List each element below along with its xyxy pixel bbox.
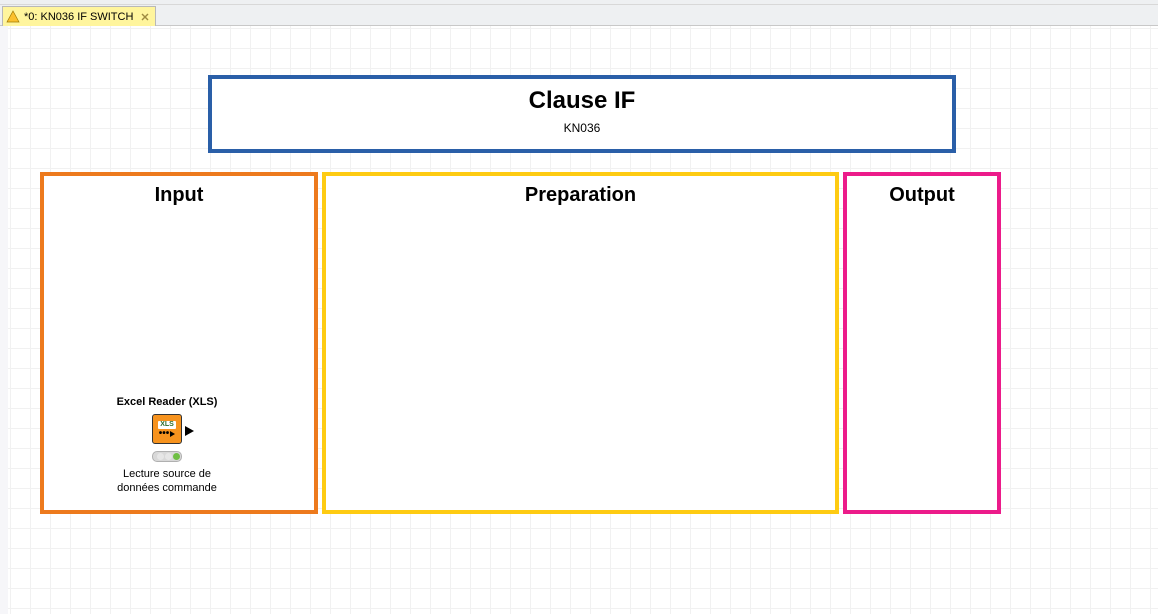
title-main: Clause IF bbox=[212, 87, 952, 115]
status-dot-executed bbox=[173, 453, 180, 460]
node-status-bar bbox=[152, 451, 182, 462]
title-annotation[interactable]: Clause IF KN036 bbox=[208, 75, 956, 153]
input-title: Input bbox=[44, 184, 314, 207]
node-icon-wrap: XLS ••• bbox=[102, 412, 232, 446]
output-title: Output bbox=[847, 184, 997, 207]
dots-text: ••• bbox=[159, 432, 170, 436]
tab-bar: *0: KN036 IF SWITCH bbox=[0, 5, 1158, 26]
status-dot-idle bbox=[157, 453, 164, 460]
output-annotation[interactable]: Output bbox=[843, 172, 1001, 514]
preparation-annotation[interactable]: Preparation bbox=[322, 172, 839, 514]
arrow-small-icon bbox=[170, 431, 175, 437]
knime-workflow-icon bbox=[6, 10, 20, 24]
workflow-tab[interactable]: *0: KN036 IF SWITCH bbox=[2, 6, 156, 26]
workflow-canvas[interactable]: Clause IF KN036 Input Preparation Output… bbox=[8, 26, 1158, 614]
excel-reader-icon: XLS ••• bbox=[152, 414, 182, 444]
tab-label: *0: KN036 IF SWITCH bbox=[24, 11, 133, 23]
excel-reader-node[interactable]: Excel Reader (XLS) XLS ••• Lecture sourc… bbox=[102, 396, 232, 495]
dots-arrow-icon: ••• bbox=[159, 431, 176, 437]
title-sub: KN036 bbox=[212, 121, 952, 135]
status-dot-configured bbox=[165, 453, 172, 460]
close-tab-icon[interactable] bbox=[139, 11, 151, 23]
node-description: Lecture source dedonnées commande bbox=[102, 467, 232, 495]
node-title: Excel Reader (XLS) bbox=[102, 396, 232, 408]
canvas-wrapper: Clause IF KN036 Input Preparation Output… bbox=[0, 26, 1158, 614]
output-port-icon[interactable] bbox=[185, 426, 194, 436]
preparation-title: Preparation bbox=[326, 184, 835, 207]
